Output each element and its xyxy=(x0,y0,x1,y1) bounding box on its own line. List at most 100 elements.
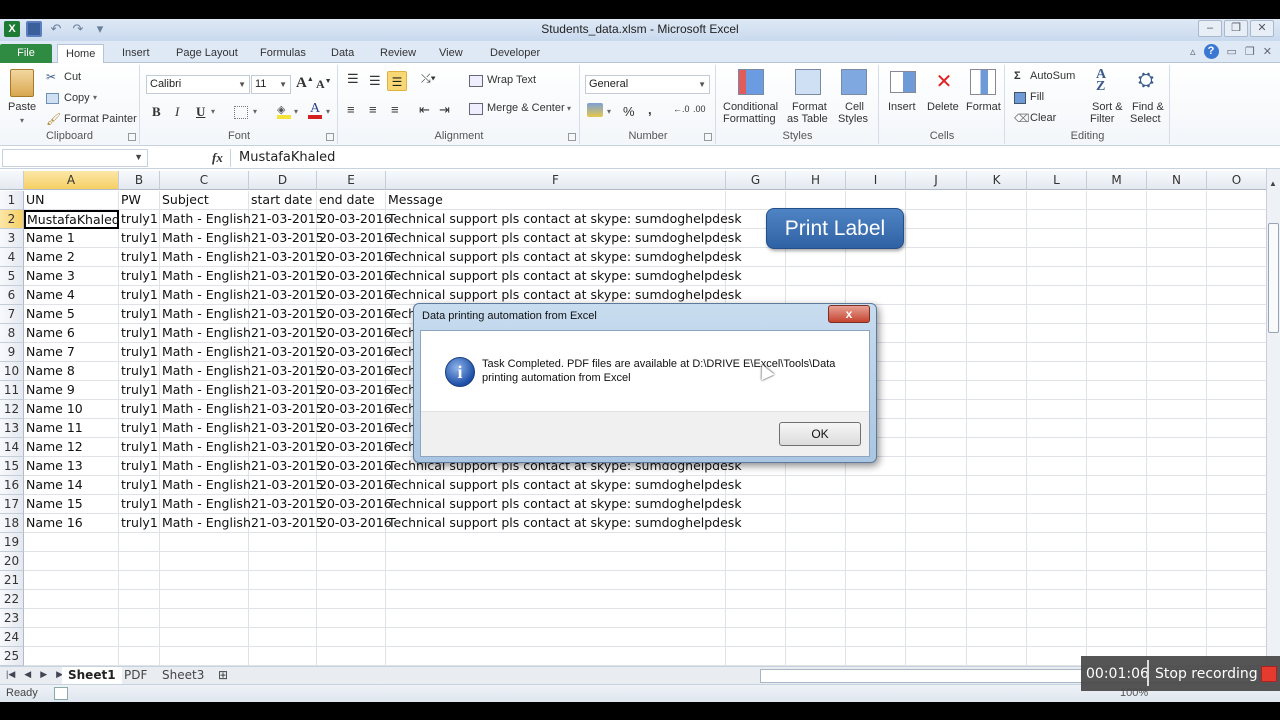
align-left-icon[interactable]: ≡ xyxy=(347,102,355,117)
cell[interactable] xyxy=(1087,571,1147,590)
cell[interactable] xyxy=(1147,495,1207,514)
cell[interactable] xyxy=(386,533,726,552)
cell[interactable] xyxy=(1087,267,1147,286)
cell[interactable] xyxy=(967,324,1027,343)
cell[interactable] xyxy=(1147,286,1207,305)
cell[interactable]: truly1 xyxy=(119,229,160,248)
cell[interactable] xyxy=(786,248,846,267)
column-header-i[interactable]: I xyxy=(846,171,906,190)
cell[interactable] xyxy=(786,609,846,628)
orientation-icon[interactable]: ⤯▾ xyxy=(421,71,436,86)
cell[interactable]: 20-03-2016 xyxy=(317,457,392,476)
underline-button[interactable]: U xyxy=(196,104,205,120)
cell[interactable] xyxy=(1207,438,1266,457)
row-header-24[interactable]: 24 xyxy=(0,628,24,647)
cell[interactable] xyxy=(317,647,386,666)
cell[interactable] xyxy=(846,248,906,267)
cell[interactable] xyxy=(386,609,726,628)
column-header-g[interactable]: G xyxy=(726,171,786,190)
cell[interactable] xyxy=(906,476,967,495)
cell[interactable] xyxy=(1147,438,1207,457)
clipboard-launcher-icon[interactable] xyxy=(128,133,136,141)
cell[interactable]: 20-03-2016 xyxy=(317,324,392,343)
cell[interactable] xyxy=(1027,210,1087,229)
cell[interactable] xyxy=(1087,305,1147,324)
cell[interactable] xyxy=(1147,590,1207,609)
cell[interactable] xyxy=(967,647,1027,666)
cell[interactable] xyxy=(1207,210,1266,229)
cell[interactable] xyxy=(1027,286,1087,305)
cell-styles-button[interactable]: Cell Styles xyxy=(835,67,875,129)
cell[interactable] xyxy=(249,628,317,647)
cell[interactable] xyxy=(1027,381,1087,400)
row-header-14[interactable]: 14 xyxy=(0,438,24,457)
cell[interactable] xyxy=(1027,628,1087,647)
cell[interactable] xyxy=(786,590,846,609)
cell[interactable]: 20-03-2016 xyxy=(317,343,392,362)
cell[interactable] xyxy=(967,381,1027,400)
cell[interactable] xyxy=(249,571,317,590)
cell[interactable] xyxy=(1087,419,1147,438)
cell[interactable] xyxy=(1027,229,1087,248)
header-cell[interactable]: PW xyxy=(119,191,160,210)
cell[interactable]: 21-03-2015 xyxy=(249,305,324,324)
cell[interactable]: Math - English xyxy=(160,305,251,324)
cell[interactable]: Technical support pls contact at skype: … xyxy=(386,514,742,533)
cell[interactable] xyxy=(1087,533,1147,552)
cell[interactable] xyxy=(906,305,967,324)
cell[interactable] xyxy=(119,571,160,590)
row-header-8[interactable]: 8 xyxy=(0,324,24,343)
cell[interactable] xyxy=(1207,552,1266,571)
cell[interactable]: Math - English xyxy=(160,457,251,476)
cell[interactable] xyxy=(906,343,967,362)
cell[interactable] xyxy=(119,609,160,628)
cell[interactable]: 20-03-2016 xyxy=(317,438,392,457)
number-launcher-icon[interactable] xyxy=(704,133,712,141)
column-header-h[interactable]: H xyxy=(786,171,846,190)
cell[interactable] xyxy=(906,514,967,533)
row-header-4[interactable]: 4 xyxy=(0,248,24,267)
insert-function-icon[interactable]: fx xyxy=(212,150,223,166)
cell[interactable] xyxy=(160,533,249,552)
cell[interactable] xyxy=(846,533,906,552)
cell[interactable] xyxy=(726,514,786,533)
cell[interactable] xyxy=(1207,495,1266,514)
cell[interactable] xyxy=(1087,210,1147,229)
borders-dropdown-icon[interactable]: ▾ xyxy=(253,107,257,116)
formula-input[interactable]: MustafaKhaled xyxy=(230,149,1266,167)
cell[interactable] xyxy=(967,286,1027,305)
font-name-combo[interactable]: Calibri ▼ xyxy=(146,75,250,94)
cell[interactable] xyxy=(967,362,1027,381)
sheet-tab-pdf[interactable]: PDF xyxy=(124,667,147,684)
cell[interactable] xyxy=(906,495,967,514)
cell[interactable] xyxy=(386,552,726,571)
cell[interactable]: 20-03-2016 xyxy=(317,305,392,324)
vertical-scroll-thumb[interactable] xyxy=(1268,223,1279,333)
cell[interactable]: Technical support pls contact at skype: … xyxy=(386,476,742,495)
cell[interactable]: 20-03-2016 xyxy=(317,362,392,381)
cell[interactable] xyxy=(160,590,249,609)
cell[interactable] xyxy=(1027,267,1087,286)
cell[interactable] xyxy=(906,609,967,628)
first-sheet-icon[interactable]: |◀ xyxy=(6,669,15,680)
cell[interactable] xyxy=(1207,514,1266,533)
tab-review[interactable]: Review xyxy=(372,44,424,63)
cell[interactable]: Math - English xyxy=(160,229,251,248)
header-cell[interactable]: Message xyxy=(386,191,726,210)
cell[interactable] xyxy=(967,533,1027,552)
cell[interactable]: Name 16 xyxy=(24,514,119,533)
cell[interactable] xyxy=(160,552,249,571)
cell[interactable] xyxy=(1027,248,1087,267)
cell[interactable]: Math - English xyxy=(160,419,251,438)
cell[interactable] xyxy=(1147,229,1207,248)
cell[interactable] xyxy=(1147,362,1207,381)
cell[interactable] xyxy=(160,647,249,666)
cell[interactable] xyxy=(1147,514,1207,533)
column-header-l[interactable]: L xyxy=(1027,171,1087,190)
header-cell[interactable]: UN xyxy=(24,191,119,210)
cell[interactable] xyxy=(1207,305,1266,324)
cell[interactable] xyxy=(386,628,726,647)
cell[interactable]: 21-03-2015 xyxy=(249,210,324,229)
cell[interactable] xyxy=(726,495,786,514)
header-cell[interactable] xyxy=(1087,191,1147,210)
